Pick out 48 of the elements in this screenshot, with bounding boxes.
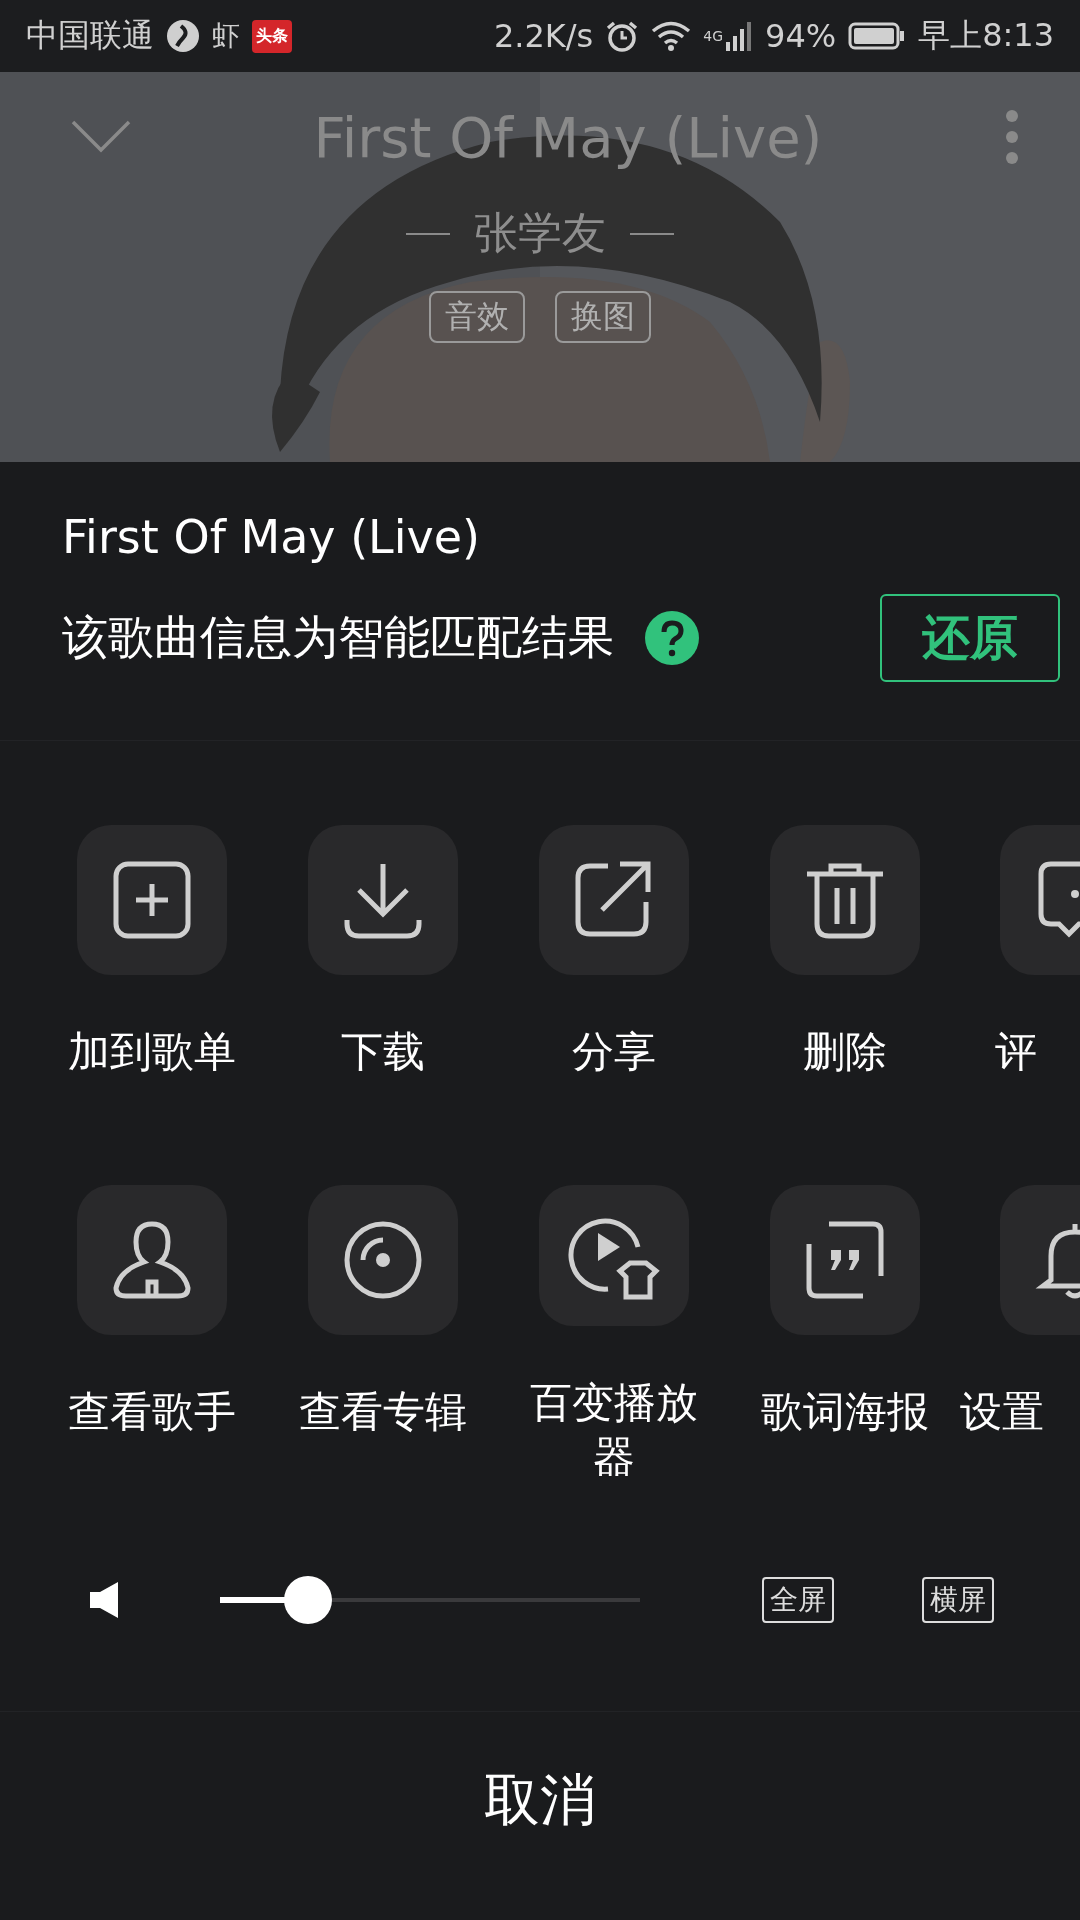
action-label: 设置: [960, 1386, 1045, 1438]
action-label: 删除: [801, 1026, 888, 1078]
artist-name[interactable]: 张学友: [474, 204, 606, 263]
action-label: 分享: [570, 1026, 657, 1078]
sheet-title: First Of May (Live): [62, 510, 481, 564]
battery-percent: 94%: [765, 17, 837, 55]
speaker-icon[interactable]: [90, 1582, 120, 1618]
action-label: 加到歌单: [66, 1026, 237, 1078]
volume-slider[interactable]: [220, 1576, 640, 1624]
singer-icon: [111, 1220, 192, 1300]
match-info: 该歌曲信息为智能匹配结果: [62, 609, 614, 666]
clock: 早上8:13: [918, 15, 1054, 56]
cancel-button[interactable]: 取消: [478, 1762, 602, 1840]
action-tile[interactable]: [538, 1185, 689, 1326]
action-label: 评: [994, 1026, 1038, 1078]
action-tile[interactable]: [769, 1185, 920, 1335]
action-label: 百变播放器: [528, 1376, 699, 1484]
tag-button[interactable]: 换图: [555, 291, 651, 343]
help-icon[interactable]: [644, 610, 700, 666]
action-tile[interactable]: [307, 1185, 458, 1335]
wifi-icon: [651, 20, 692, 52]
tag-button[interactable]: 音效: [429, 291, 525, 343]
screen-mode-button[interactable]: 全屏: [762, 1577, 834, 1623]
add-to-playlist-icon: [111, 860, 192, 940]
carrier-name: 中国联通: [26, 15, 154, 56]
network-speed: 2.2K/s: [493, 17, 594, 55]
signal-icon: [725, 20, 753, 52]
action-tile[interactable]: [76, 825, 227, 975]
song-title: First Of May (Live): [313, 104, 823, 170]
app-notification: 虾: [212, 18, 240, 54]
action-tile[interactable]: [76, 1185, 227, 1335]
alarm-icon: [605, 19, 640, 53]
action-label: 查看专辑: [297, 1386, 468, 1438]
network-type: 4G: [703, 28, 723, 44]
action-tile[interactable]: [307, 825, 458, 975]
music-app-icon: [166, 19, 200, 53]
disc-icon: [342, 1220, 423, 1300]
quote-icon: [804, 1220, 885, 1300]
action-label: 下载: [339, 1026, 426, 1078]
action-label: 查看歌手: [66, 1386, 237, 1438]
action-label: 歌词海报: [759, 1386, 930, 1438]
action-tile[interactable]: [769, 825, 920, 975]
news-badge: 头条: [252, 19, 292, 53]
screen-mode-button[interactable]: 横屏: [922, 1577, 994, 1623]
share-icon: [573, 860, 654, 940]
action-tile[interactable]: [538, 825, 689, 975]
restore-button[interactable]: 还原: [880, 594, 1060, 682]
battery-icon: [848, 21, 907, 51]
